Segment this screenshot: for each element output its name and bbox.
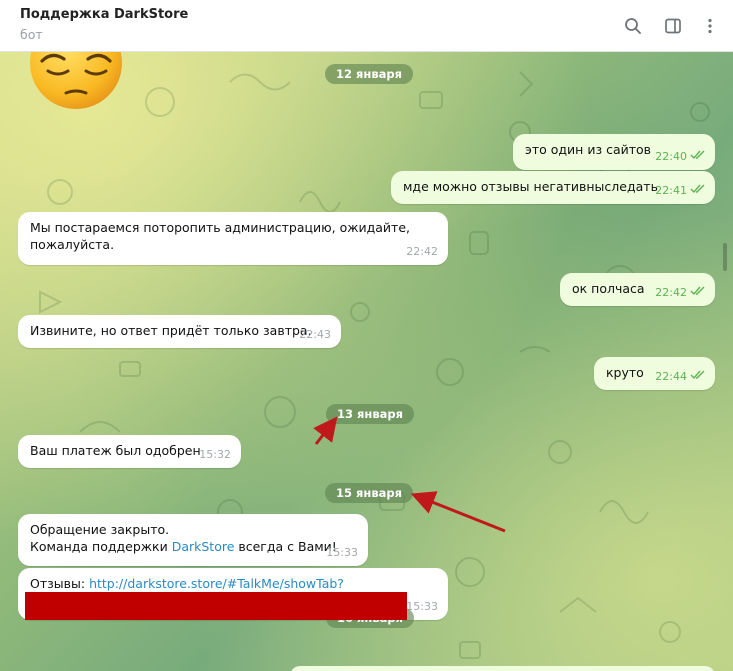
message-time: 22:44 [655,370,687,383]
message-time: 15:32 [199,448,231,461]
message-time: 22:40 [655,150,687,163]
message-text-line: Обращение закрыто. [30,522,170,537]
outgoing-message[interactable]: ок полчаса 22:42 [560,273,715,306]
outgoing-message[interactable] [290,666,715,671]
brand-name: DarkStore [171,539,235,554]
incoming-message[interactable]: Обращение закрыто. Команда поддержки Dar… [18,514,368,566]
more-vertical-icon[interactable] [697,13,723,39]
incoming-message[interactable]: Ваш платеж был одобрен 15:32 [18,435,241,468]
message-text: Отзывы: [30,576,90,591]
message-text-line: пожалуйста. [30,237,115,252]
message-time: 22:42 [655,286,687,299]
message-time: 15:33 [326,546,358,559]
outgoing-message[interactable]: круто 22:44 [594,357,715,390]
message-text: всегда с Вами! [234,539,337,554]
review-link[interactable]: http://darkstore.store/#TalkMe/showTab? [89,576,344,591]
chat-title[interactable]: Поддержка DarkStore [20,7,188,22]
sidebar-toggle-icon[interactable] [660,13,686,39]
incoming-message[interactable]: Извините, но ответ придёт только завтра.… [18,315,341,348]
date-separator: 13 января [326,404,414,424]
double-check-icon [690,181,706,198]
double-check-icon [690,283,706,300]
message-text: Ваш платеж был одобрен [30,443,201,458]
message-time: 22:42 [406,245,438,258]
redaction-block [25,592,407,620]
message-text: Команда поддержки [30,539,172,554]
message-text-line: Команда поддержки DarkStore всегда с Вам… [30,538,356,555]
message-time: 22:43 [299,328,331,341]
message-time: 22:41 [655,184,687,197]
outgoing-message[interactable]: это один из сайтов 22:40 [513,134,715,170]
date-separator: 15 января [325,483,413,503]
chat-subtitle: бот [20,27,43,42]
search-icon[interactable] [620,13,646,39]
outgoing-message[interactable]: мде можно отзывы негативныследать 22:41 [391,171,715,204]
chat-area[interactable]: 12 января это один из сайтов 22:40 мде м… [0,52,733,671]
double-check-icon [690,147,706,164]
date-separator: 12 января [325,64,413,84]
message-text: это один из сайтов [525,142,652,157]
double-check-icon [690,367,706,384]
message-text: ок полчаса [572,281,645,296]
message-text-line: Мы постараемся поторопить администрацию,… [30,220,410,235]
incoming-message[interactable]: Мы постараемся поторопить администрацию,… [18,212,448,265]
message-text: Извините, но ответ придёт только завтра. [30,323,312,338]
scrollbar-thumb[interactable] [723,243,727,271]
message-text: мде можно отзывы негативныследать [403,179,658,194]
message-text: круто [606,365,644,380]
pensive-face-emoji [30,52,122,109]
chat-header: Поддержка DarkStore бот [0,0,733,52]
